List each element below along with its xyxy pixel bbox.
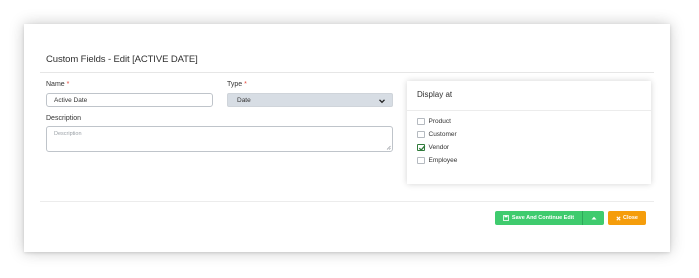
option-label: Customer [428, 131, 457, 138]
vendor-checkbox[interactable] [417, 143, 425, 152]
option-vendor[interactable]: Vendor [417, 143, 449, 152]
option-employee[interactable]: Employee [417, 156, 457, 165]
option-label: Employee [428, 157, 458, 164]
panel-divider [407, 110, 651, 111]
type-select[interactable]: Date [227, 93, 393, 107]
product-checkbox[interactable] [417, 117, 425, 126]
customer-checkbox[interactable] [417, 130, 425, 139]
description-placeholder: Description [54, 131, 82, 137]
display-at-panel: Display at Product Customer Vendor Emplo… [407, 81, 651, 184]
dialog-title: Custom Fields - Edit [ACTIVE DATE] [46, 54, 198, 65]
title-divider [40, 72, 654, 73]
type-label: Type * [227, 81, 247, 88]
employee-checkbox[interactable] [417, 156, 425, 165]
option-label: Vendor [428, 144, 450, 151]
name-label: Name * [46, 81, 70, 88]
close-label: Close [623, 215, 638, 221]
option-product[interactable]: Product [417, 117, 451, 126]
edit-dialog: Custom Fields - Edit [ACTIVE DATE] Name … [24, 24, 670, 252]
save-and-continue-label: Save And Continue Edit [511, 215, 575, 221]
description-label: Description [46, 115, 82, 122]
caret-up-icon [591, 216, 596, 220]
option-customer[interactable]: Customer [417, 130, 457, 139]
close-button[interactable]: Close [608, 211, 646, 225]
description-textarea[interactable]: Description [46, 126, 393, 152]
chevron-down-icon [379, 99, 385, 104]
close-icon [616, 215, 621, 221]
required-marker: * [66, 81, 70, 88]
display-at-title: Display at [417, 90, 453, 99]
save-options-dropdown-button[interactable] [582, 211, 604, 225]
save-icon [503, 215, 509, 221]
name-input[interactable]: Active Date [46, 93, 213, 107]
option-label: Product [428, 118, 451, 125]
resize-grip-icon[interactable] [386, 145, 391, 150]
save-and-continue-button[interactable]: Save And Continue Edit [495, 211, 582, 225]
checkmark-icon [418, 145, 425, 151]
footer-divider [40, 201, 654, 202]
type-select-value: Date [237, 96, 251, 104]
required-marker: * [244, 81, 247, 88]
